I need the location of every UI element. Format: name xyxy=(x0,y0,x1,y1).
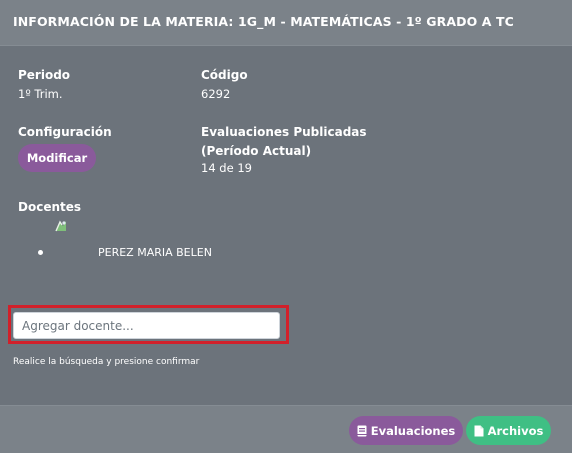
modal-header: INFORMACIÓN DE LA MATERIA: 1G_M - MATEMÁ… xyxy=(0,0,572,46)
docente-name: PEREZ MARIA BELEN xyxy=(98,246,212,259)
archivos-button-label: Archivos xyxy=(487,423,544,438)
configuracion-label: Configuración xyxy=(18,125,112,139)
file-icon xyxy=(474,425,484,437)
docentes-label: Docentes xyxy=(18,200,82,214)
evaluaciones-publicadas-label: Evaluaciones Publicadas xyxy=(201,125,367,139)
agregar-docente-input[interactable] xyxy=(13,312,280,339)
broken-image-icon xyxy=(54,218,68,234)
codigo-label: Código xyxy=(201,68,248,82)
periodo-value: 1º Trim. xyxy=(18,87,63,101)
evaluaciones-button-label: Evaluaciones xyxy=(370,423,456,438)
periodo-label: Periodo xyxy=(18,68,71,82)
evaluaciones-count: 14 de 19 xyxy=(201,161,252,175)
book-icon xyxy=(357,425,367,437)
evaluaciones-button[interactable]: Evaluaciones xyxy=(349,416,463,445)
modificar-button[interactable]: Modificar xyxy=(18,144,96,172)
periodo-actual-label: (Período Actual) xyxy=(201,144,312,158)
codigo-value: 6292 xyxy=(201,87,231,101)
modal-title: INFORMACIÓN DE LA MATERIA: 1G_M - MATEMÁ… xyxy=(13,14,514,29)
archivos-button[interactable]: Archivos xyxy=(466,416,551,445)
search-hint: Realice la búsqueda y presione confirmar xyxy=(13,357,200,367)
bullet xyxy=(38,250,43,255)
